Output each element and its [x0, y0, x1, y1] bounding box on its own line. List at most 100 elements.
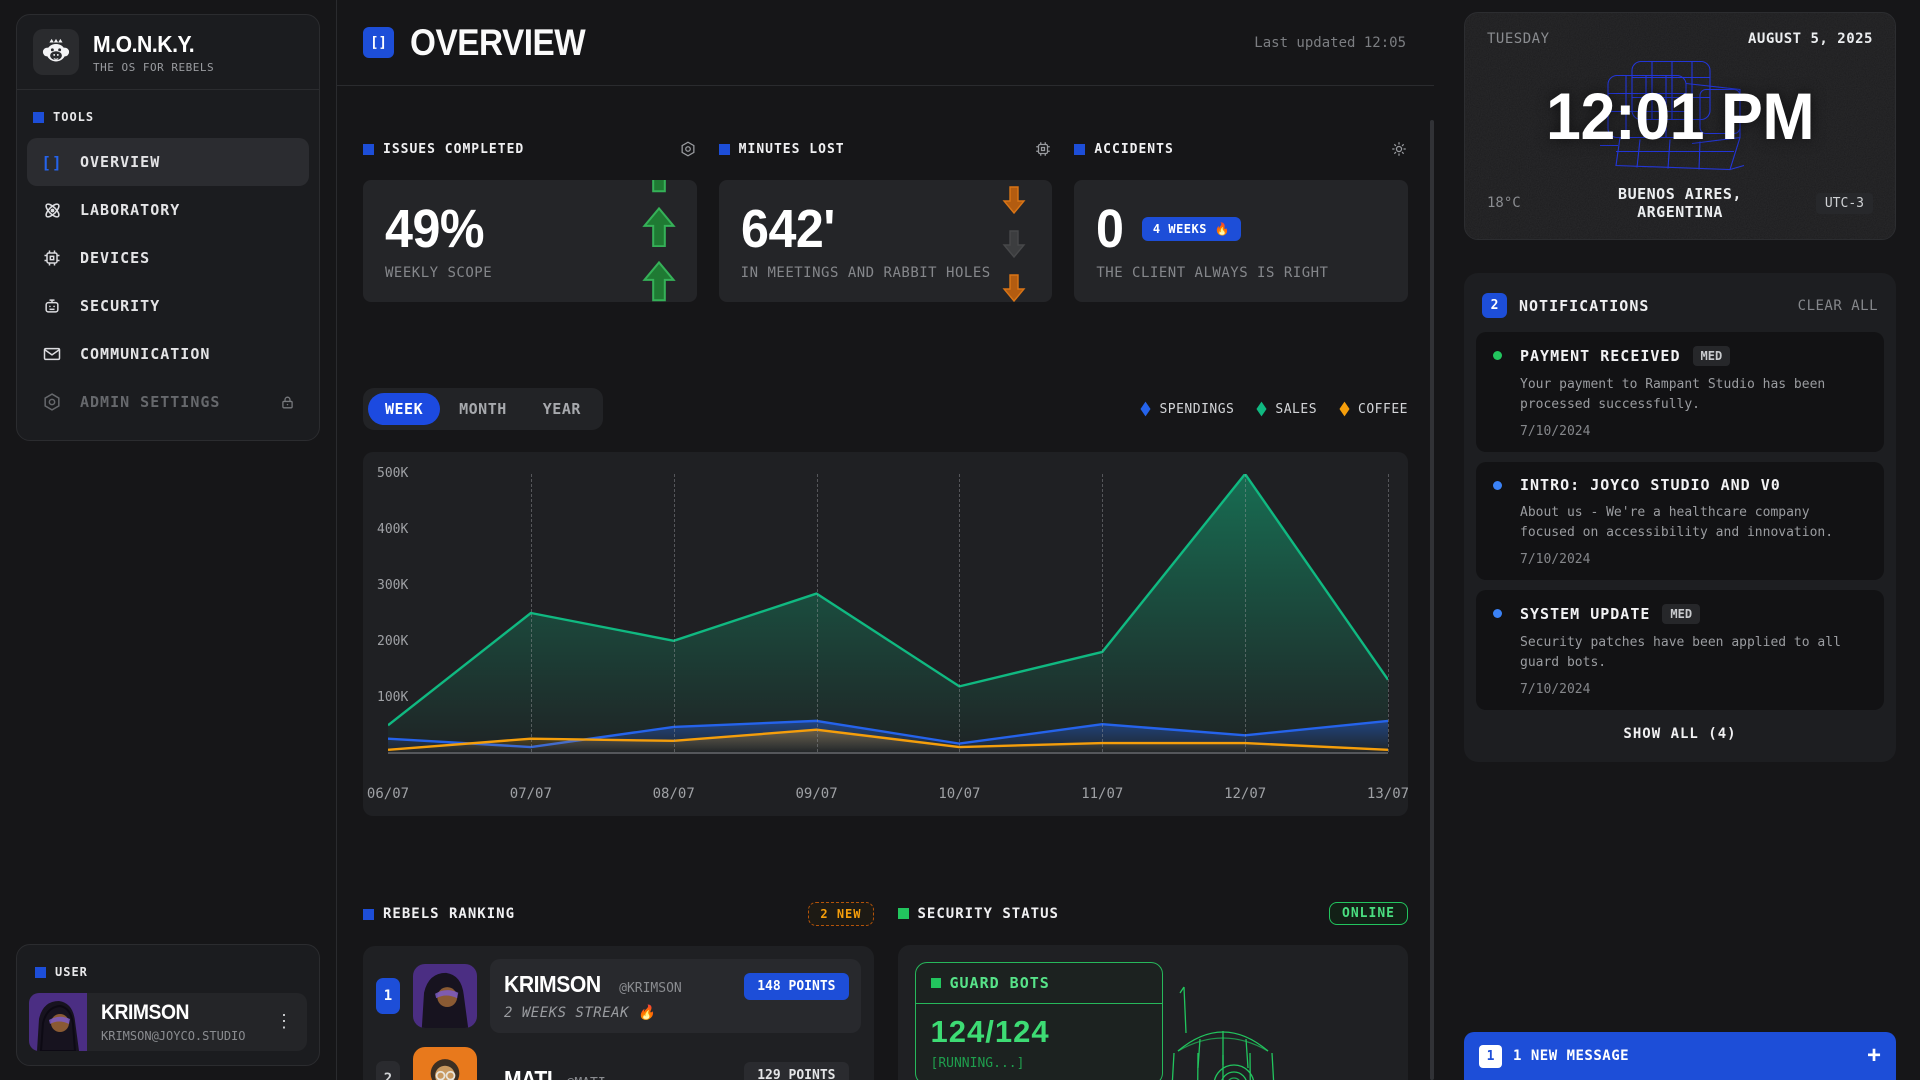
notification-payment[interactable]: PAYMENT RECEIVED MED Your payment to Ram… [1476, 332, 1884, 452]
guard-bots-box: GUARD BOTS 124/124 [RUNNING...] [915, 962, 1163, 1080]
right-rail: TUESDAY AUGUST 5, 2025 [1434, 0, 1920, 1080]
rebel-handle: @KRIMSON [619, 981, 682, 996]
sidebar: M.O.N.K.Y. THE OS FOR REBELS TOOLS [] OV… [0, 0, 337, 1080]
plus-icon[interactable]: + [1867, 1044, 1881, 1068]
security-status-section: SECURITY STATUS ONLINE GUARD BOTS 124/12… [898, 902, 1409, 1080]
burst-settings-icon[interactable] [1390, 140, 1408, 158]
weekday: TUESDAY [1487, 31, 1550, 47]
chart-plot-area [388, 474, 1388, 754]
notification-system-update[interactable]: SYSTEM UPDATE MED Security patches have … [1476, 590, 1884, 710]
stat-card-minutes: MINUTES LOST 642' IN MEETINGS AND RABBIT… [719, 140, 1053, 302]
page-header: [] OVERVIEW Last updated 12:05 [337, 0, 1434, 86]
user-card[interactable]: KRIMSON KRIMSON@JOYCO.STUDIO ⋮ [29, 993, 307, 1051]
stats-row: ISSUES COMPLETED 49% WEEKLY SCOPE [363, 140, 1408, 302]
clock-widget: TUESDAY AUGUST 5, 2025 [1464, 12, 1896, 240]
app-subtitle: THE OS FOR REBELS [93, 61, 214, 74]
points-badge: 148 POINTS [744, 973, 848, 1000]
trend-down-arrows-icon [992, 186, 1036, 302]
stat-title: ACCIDENTS [1094, 142, 1173, 157]
notification-date: 7/10/2024 [1520, 552, 1868, 567]
sidebar-item-admin-settings[interactable]: ADMIN SETTINGS [27, 378, 309, 426]
chart-legend: SPENDINGS SALES COFFEE [1140, 401, 1408, 417]
status-dot [1493, 351, 1502, 360]
rank-badge: 1 [376, 978, 400, 1014]
rebel-streak: 2 WEEKS STREAK 🔥 [504, 1005, 847, 1021]
stat-caption: THE CLIENT ALWAYS IS RIGHT [1096, 265, 1386, 281]
notification-date: 7/10/2024 [1520, 682, 1868, 697]
sidebar-item-laboratory[interactable]: LABORATORY [27, 186, 309, 234]
streak-badge: 4 WEEKS 🔥 [1142, 217, 1241, 241]
rebel-handle: @MATI [567, 1076, 606, 1080]
legend-coffee: COFFEE [1339, 401, 1408, 417]
diamond-icon [1140, 401, 1151, 417]
clear-all-button[interactable]: CLEAR ALL [1798, 298, 1878, 314]
main-content: [] OVERVIEW Last updated 12:05 ISSUES CO… [337, 0, 1434, 1080]
notification-title: INTRO: JOYCO STUDIO AND V0 [1520, 476, 1781, 494]
main-body: ISSUES COMPLETED 49% WEEKLY SCOPE [337, 86, 1434, 1080]
blue-square-icon [33, 112, 44, 123]
sidebar-item-overview[interactable]: [] OVERVIEW [27, 138, 309, 186]
sidebar-item-security[interactable]: SECURITY [27, 282, 309, 330]
green-square-icon [931, 978, 941, 988]
rebel-name: MATI [504, 1066, 552, 1080]
blue-square-icon [719, 144, 730, 155]
tools-section-label: TOOLS [33, 110, 303, 124]
chip-settings-icon[interactable] [1034, 140, 1052, 158]
date: AUGUST 5, 2025 [1748, 31, 1873, 47]
new-message-bar[interactable]: 1 1 NEW MESSAGE + [1464, 1032, 1896, 1080]
new-count-badge: 2 NEW [808, 902, 873, 926]
status-dot [1493, 481, 1502, 490]
app-title: M.O.N.K.Y. [93, 31, 204, 58]
tab-month[interactable]: MONTH [442, 393, 524, 425]
rebels-ranking-section: REBELS RANKING 2 NEW 1 [363, 902, 874, 1080]
sidebar-item-communication[interactable]: COMMUNICATION [27, 330, 309, 378]
user-menu-kebab-icon[interactable]: ⋮ [271, 1009, 297, 1035]
ranking-row-1[interactable]: 1 KRIMSON @KRIMS [376, 959, 861, 1033]
sidebar-nav: TOOLS [] OVERVIEW LABORATORY [17, 90, 319, 440]
guard-bots-value: 124/124 [931, 1014, 1147, 1050]
stat-card-accidents: ACCIDENTS 0 4 WEEKS 🔥 THE CLIENT ALWAYS … [1074, 140, 1408, 302]
robot-icon [40, 296, 64, 316]
temperature: 18°C [1487, 195, 1607, 211]
last-updated: Last updated 12:05 [1254, 35, 1406, 51]
notification-body: Your payment to Rampant Studio has been … [1520, 375, 1868, 414]
notification-intro[interactable]: INTRO: JOYCO STUDIO AND V0 About us - We… [1476, 462, 1884, 580]
stat-value: 642' [741, 202, 1010, 256]
watchtower-wireframe-icon [1158, 973, 1288, 1080]
sidebar-item-devices[interactable]: DEVICES [27, 234, 309, 282]
ranking-row-2[interactable]: 2 [376, 1047, 861, 1080]
tab-week[interactable]: WEEK [368, 393, 440, 425]
level-badge: MED [1662, 604, 1700, 624]
user-section-label: USER [35, 965, 301, 979]
lock-icon [279, 394, 296, 411]
ranking-list: 1 KRIMSON @KRIMS [363, 946, 874, 1080]
message-count-badge: 1 [1479, 1045, 1502, 1068]
diamond-icon [1339, 401, 1350, 417]
guard-bots-status: [RUNNING...] [931, 1056, 1147, 1071]
section-title: SECURITY STATUS [918, 906, 1059, 922]
monkey-logo-icon [33, 29, 79, 75]
stat-caption: WEEKLY SCOPE [385, 265, 675, 281]
user-panel: USER KRIMSON KRIMSON@JOYCO.STUDIO ⋮ [16, 944, 320, 1066]
rebel-name: KRIMSON [504, 971, 601, 998]
blue-square-icon [35, 967, 46, 978]
stat-value: 49% [385, 202, 654, 256]
user-email: KRIMSON@JOYCO.STUDIO [101, 1029, 246, 1043]
blue-square-icon [363, 909, 374, 920]
notification-title: PAYMENT RECEIVED [1520, 347, 1681, 365]
timezone-badge: UTC-3 [1816, 193, 1873, 214]
show-all-button[interactable]: SHOW ALL (4) [1476, 710, 1884, 750]
notification-title: SYSTEM UPDATE [1520, 605, 1650, 623]
level-badge: MED [1693, 346, 1731, 366]
blue-square-icon [1074, 144, 1085, 155]
notification-body: About us - We're a healthcare company fo… [1520, 503, 1868, 542]
line-chart: 500K400K300K200K100K 06/0707/0708/0709/0… [363, 452, 1408, 816]
tab-year[interactable]: YEAR [526, 393, 598, 425]
gear-icon [40, 392, 64, 412]
stat-title: ISSUES COMPLETED [383, 142, 524, 157]
sidebar-nav-panel: M.O.N.K.Y. THE OS FOR REBELS TOOLS [] OV… [16, 14, 320, 441]
points-badge: 129 POINTS [744, 1062, 848, 1080]
overview-brackets-icon: [] [363, 27, 394, 58]
hexnut-settings-icon[interactable] [679, 140, 697, 158]
avatar [413, 1047, 477, 1080]
